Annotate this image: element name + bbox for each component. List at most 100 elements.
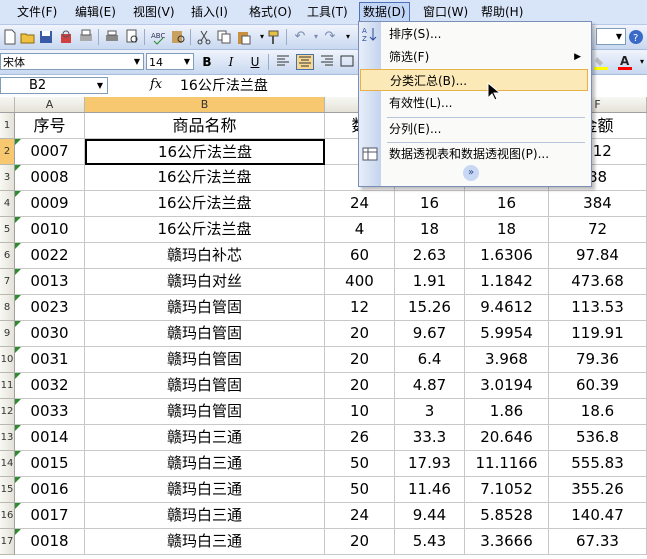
cell-id[interactable]: 0030	[15, 321, 85, 347]
cell-product-name[interactable]: 16公斤法兰盘	[85, 191, 325, 217]
cell-quantity[interactable]: 20	[325, 321, 395, 347]
column-header-a[interactable]: A	[15, 97, 85, 112]
cell-amount[interactable]: 355.26	[549, 477, 647, 503]
print-icon[interactable]	[104, 29, 120, 45]
row-header[interactable]: 6	[0, 243, 15, 269]
cell-cost[interactable]: 16	[465, 191, 549, 217]
row-header[interactable]: 17	[0, 529, 15, 555]
cell-amount[interactable]: 97.84	[549, 243, 647, 269]
cell-id[interactable]: 0008	[15, 165, 85, 191]
font-color-dropdown-icon[interactable]: ▾	[634, 54, 647, 70]
row-header[interactable]: 14	[0, 451, 15, 477]
cell-id[interactable]: 0031	[15, 347, 85, 373]
cell-id[interactable]: 0014	[15, 425, 85, 451]
cell-cost[interactable]: 7.1052	[465, 477, 549, 503]
cell-id[interactable]: 0007	[15, 139, 85, 165]
cell-quantity[interactable]: 24	[325, 191, 395, 217]
cell-quantity[interactable]: 20	[325, 347, 395, 373]
menu-item-subtotal[interactable]: 分类汇总(B)...	[360, 69, 588, 91]
cell-cost[interactable]: 9.4612	[465, 295, 549, 321]
cell-product-name[interactable]: 16公斤法兰盘	[85, 139, 325, 165]
row-header[interactable]: 9	[0, 321, 15, 347]
chevron-down-icon[interactable]: ▼	[93, 78, 107, 93]
cell-product-name[interactable]: 赣玛白三通	[85, 503, 325, 529]
cell-id[interactable]: 0016	[15, 477, 85, 503]
cell-cost[interactable]: 20.646	[465, 425, 549, 451]
cell-cost[interactable]: 5.9954	[465, 321, 549, 347]
cell-amount[interactable]: 79.36	[549, 347, 647, 373]
cell-amount[interactable]: 18.6	[549, 399, 647, 425]
cell-quantity[interactable]: 60	[325, 243, 395, 269]
menu-window[interactable]: 窗口(W)	[420, 3, 471, 21]
cell-id[interactable]: 0023	[15, 295, 85, 321]
cell-price[interactable]: 1.91	[395, 269, 465, 295]
column-header-b[interactable]: B	[85, 97, 325, 112]
cell-quantity[interactable]: 20	[325, 529, 395, 555]
cell-amount[interactable]: 72	[549, 217, 647, 243]
cell-cost[interactable]: 1.6306	[465, 243, 549, 269]
cell-quantity[interactable]: 26	[325, 425, 395, 451]
cell-product-name[interactable]: 16公斤法兰盘	[85, 217, 325, 243]
chevron-down-icon[interactable]: ▼	[613, 29, 625, 44]
row-header[interactable]: 1	[0, 113, 15, 139]
font-size-combo[interactable]: 14 ▼	[146, 53, 194, 70]
merge-center-icon[interactable]	[338, 54, 356, 70]
cell-quantity[interactable]: 12	[325, 295, 395, 321]
cell-amount[interactable]: 113.53	[549, 295, 647, 321]
cell-product-name[interactable]: 赣玛白补芯	[85, 243, 325, 269]
header-cell-name[interactable]: 商品名称	[85, 113, 325, 139]
menu-tools[interactable]: 工具(T)	[304, 3, 351, 21]
menu-item-text-to-columns[interactable]: 分列(E)...	[359, 118, 589, 140]
menu-item-pivot-table[interactable]: 数据透视表和数据透视图(P)...	[359, 143, 589, 165]
cell-amount[interactable]: 140.47	[549, 503, 647, 529]
save-icon[interactable]	[38, 29, 54, 45]
cell-amount[interactable]: 60.39	[549, 373, 647, 399]
cut-icon[interactable]	[196, 29, 212, 45]
row-header[interactable]: 4	[0, 191, 15, 217]
cell-product-name[interactable]: 赣玛白三通	[85, 451, 325, 477]
row-header[interactable]: 8	[0, 295, 15, 321]
permission-icon[interactable]	[58, 29, 74, 45]
font-name-combo[interactable]: 宋体 ▼	[0, 53, 144, 70]
preview-icon[interactable]	[124, 29, 140, 45]
redo-dropdown-icon[interactable]: ▾	[340, 29, 356, 45]
cell-price[interactable]: 5.43	[395, 529, 465, 555]
italic-button[interactable]: I	[222, 54, 240, 70]
menu-item-filter[interactable]: 筛选(F) ▶	[359, 46, 589, 68]
row-header[interactable]: 16	[0, 503, 15, 529]
menu-file[interactable]: 文件(F)	[14, 3, 60, 21]
cell-price[interactable]: 3	[395, 399, 465, 425]
font-color-icon[interactable]: A	[616, 54, 634, 70]
menu-data[interactable]: 数据(D)	[359, 2, 410, 22]
menu-item-sort[interactable]: AZ 排序(S)...	[359, 23, 589, 45]
cell-id[interactable]: 0015	[15, 451, 85, 477]
cell-quantity[interactable]: 20	[325, 373, 395, 399]
cell-price[interactable]: 15.26	[395, 295, 465, 321]
cell-price[interactable]: 9.44	[395, 503, 465, 529]
row-header[interactable]: 15	[0, 477, 15, 503]
zoom-combo[interactable]: ▼	[596, 28, 626, 45]
research-icon[interactable]	[170, 29, 186, 45]
cell-cost[interactable]: 18	[465, 217, 549, 243]
cell-cost[interactable]: 1.1842	[465, 269, 549, 295]
cell-product-name[interactable]: 赣玛白三通	[85, 425, 325, 451]
row-header[interactable]: 12	[0, 399, 15, 425]
cell-product-name[interactable]: 赣玛白管固	[85, 399, 325, 425]
cell-price[interactable]: 17.93	[395, 451, 465, 477]
undo-icon[interactable]: ↶	[292, 29, 308, 45]
cell-amount[interactable]: 119.91	[549, 321, 647, 347]
cell-product-name[interactable]: 赣玛白对丝	[85, 269, 325, 295]
fill-color-icon[interactable]	[592, 54, 610, 70]
new-file-icon[interactable]	[2, 29, 18, 45]
row-header[interactable]: 3	[0, 165, 15, 191]
row-header[interactable]: 5	[0, 217, 15, 243]
cell-price[interactable]: 11.46	[395, 477, 465, 503]
cell-quantity[interactable]: 24	[325, 503, 395, 529]
cell-amount[interactable]: 384	[549, 191, 647, 217]
cell-quantity[interactable]: 400	[325, 269, 395, 295]
redo-icon[interactable]: ↷	[322, 29, 338, 45]
cell-cost[interactable]: 11.1166	[465, 451, 549, 477]
row-header[interactable]: 10	[0, 347, 15, 373]
format-painter-icon[interactable]	[266, 29, 282, 45]
cell-amount[interactable]: 555.83	[549, 451, 647, 477]
